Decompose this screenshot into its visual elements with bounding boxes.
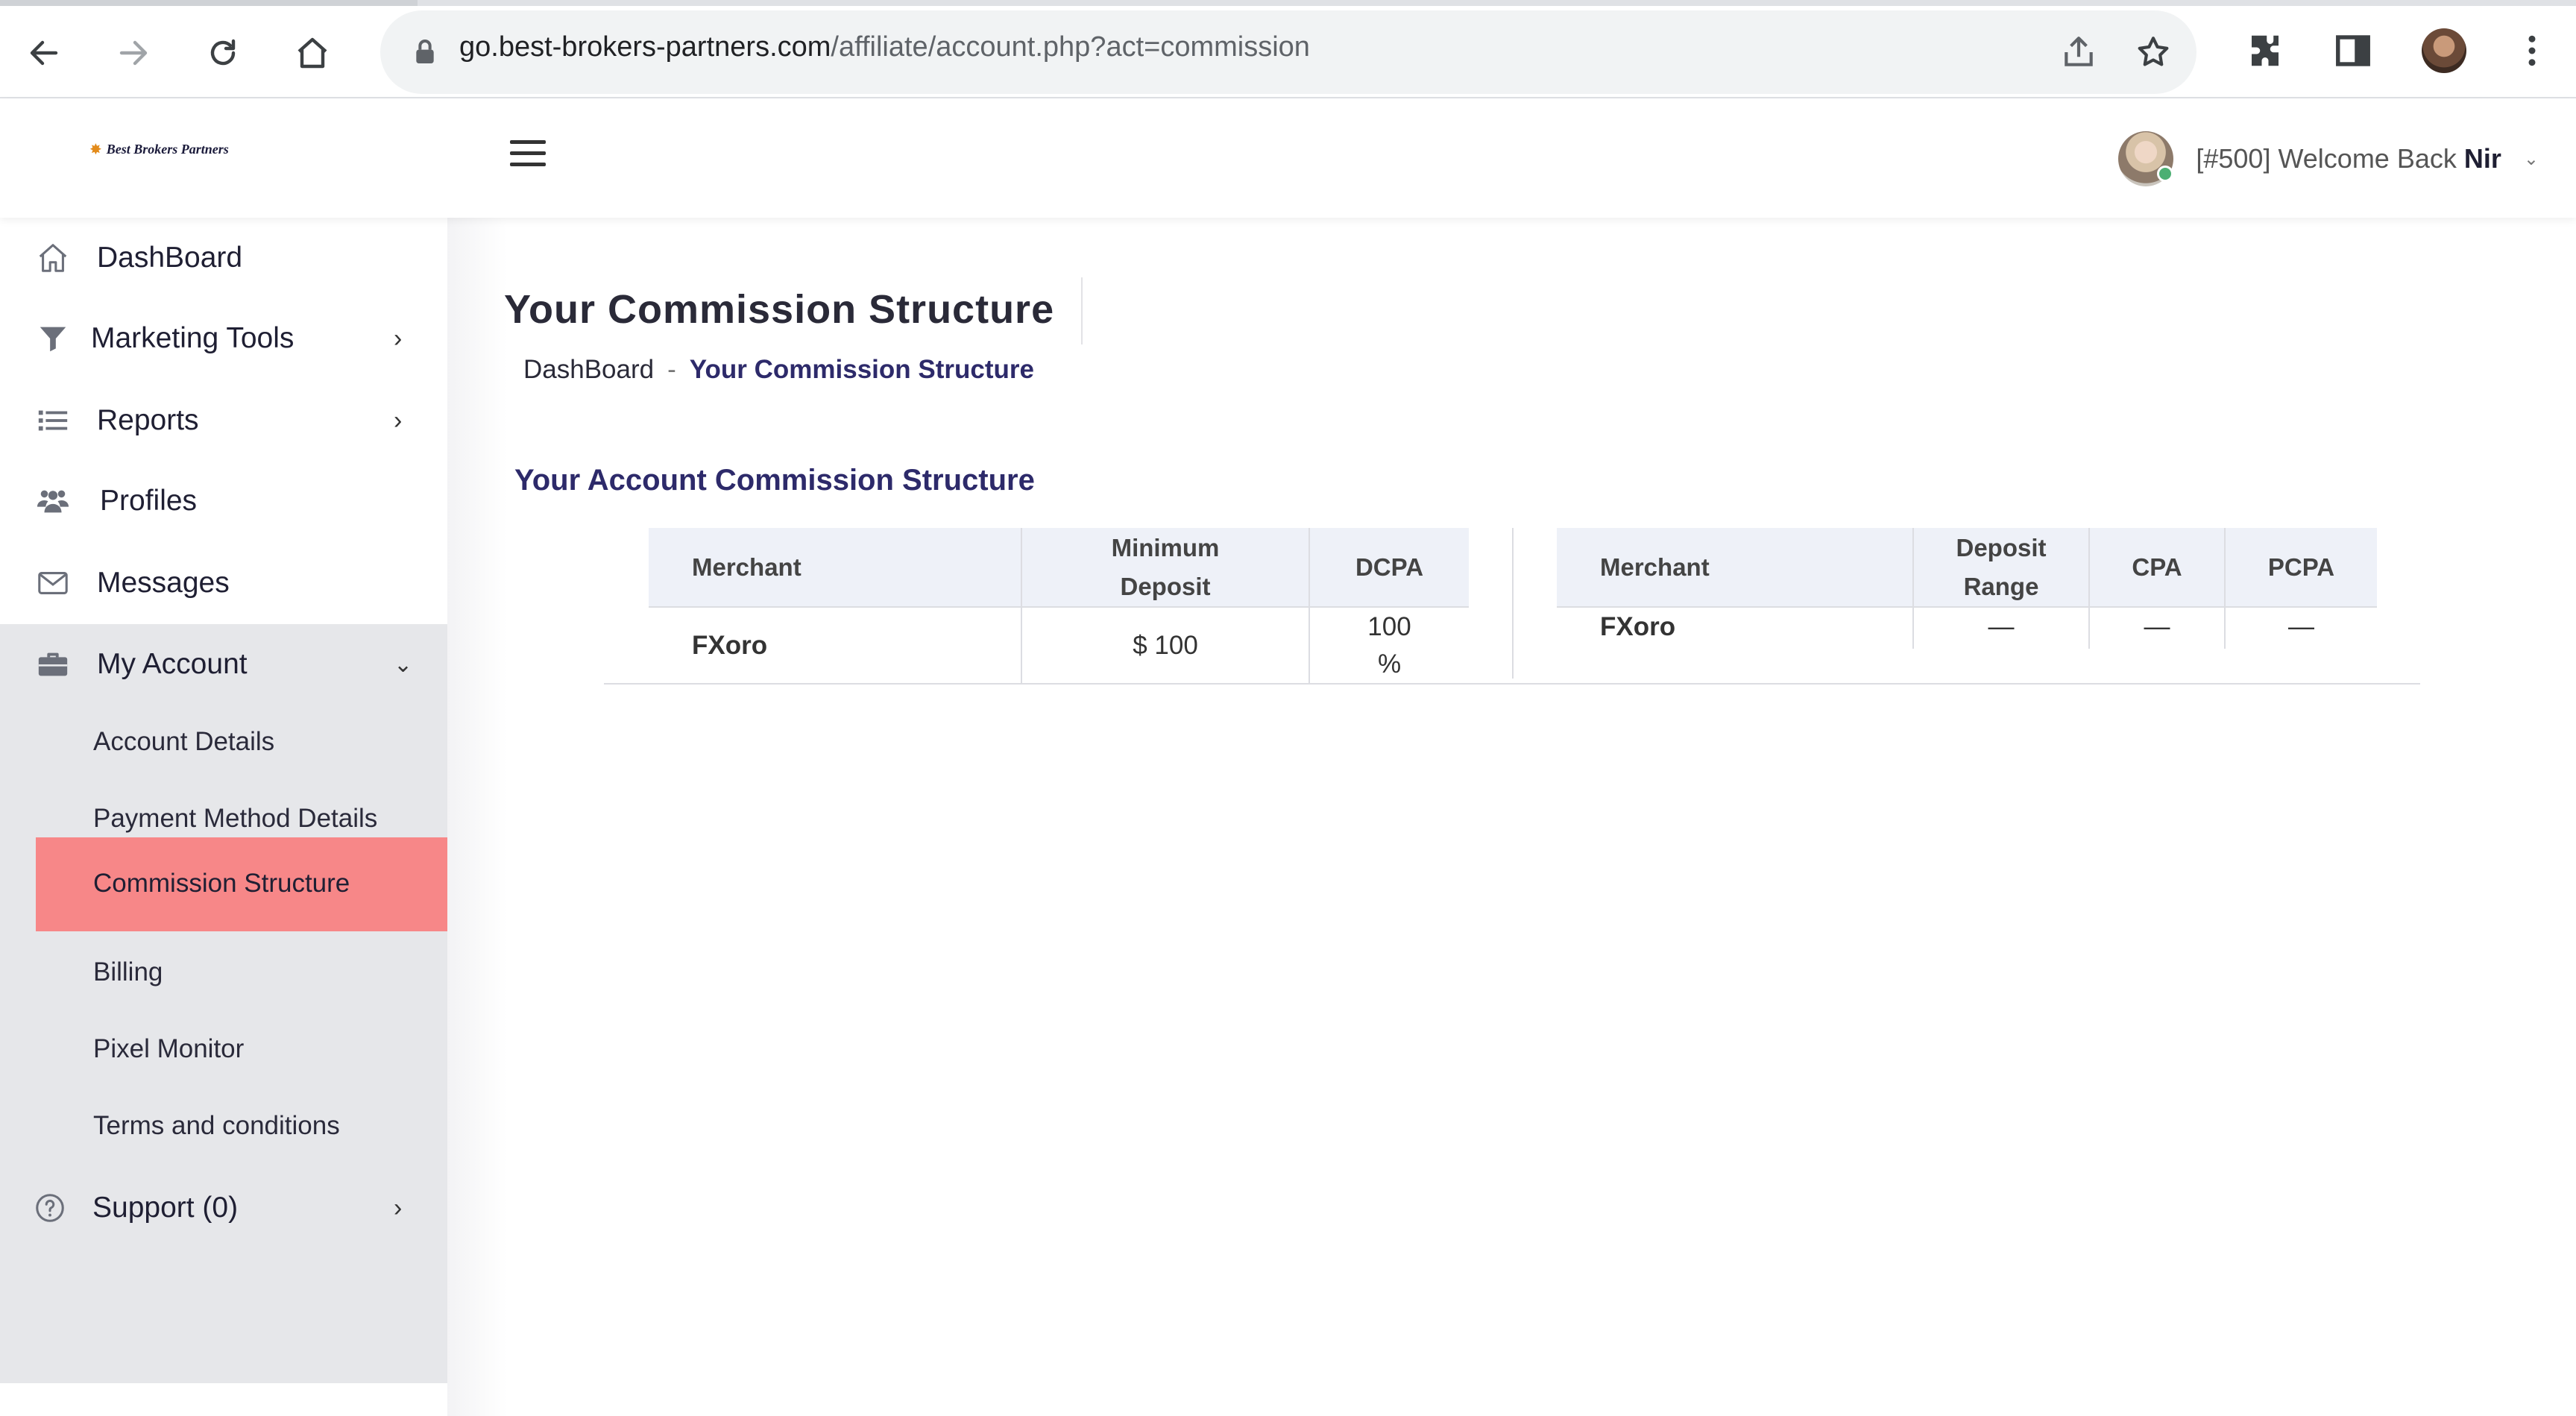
- breadcrumb-current: Your Commission Structure: [689, 355, 1034, 384]
- column-header-merchant: Merchant: [649, 528, 1021, 607]
- cell-dcpa: 100 %: [1309, 607, 1469, 683]
- column-header-cpa: CPA: [2088, 528, 2225, 607]
- submenu-item-pixel-monitor[interactable]: Pixel Monitor: [0, 1012, 447, 1089]
- hamburger-icon: [510, 140, 546, 144]
- sidebar: DashBoard Marketing Tools › Reports › Pr…: [0, 218, 529, 1416]
- star-icon: [2138, 37, 2169, 66]
- tab-strip: [0, 0, 2576, 6]
- address-bar[interactable]: go.best-brokers-partners.com/affiliate/a…: [380, 10, 2196, 94]
- table-divider: [1512, 528, 1514, 679]
- list-icon: [34, 402, 72, 439]
- logo-star-icon: ✸: [89, 142, 102, 158]
- sidebar-item-reports[interactable]: Reports ›: [0, 380, 447, 461]
- breadcrumb-dashboard-link[interactable]: DashBoard: [523, 355, 654, 384]
- cell-minimum-deposit: $ 100: [1021, 607, 1309, 683]
- column-header-merchant: Merchant: [1557, 528, 1913, 607]
- cell-cpa: —: [2088, 607, 2225, 649]
- chevron-down-icon: ⌄: [2523, 148, 2539, 169]
- logo[interactable]: ✸ Best Brokers Partners: [89, 140, 229, 159]
- title-divider: [1081, 277, 1083, 344]
- submenu-item-account-details[interactable]: Account Details: [0, 705, 447, 781]
- menu-toggle-button[interactable]: [510, 140, 546, 170]
- page-title: Your Commission Structure: [504, 287, 1055, 332]
- back-button[interactable]: [18, 27, 70, 79]
- url-text: go.best-brokers-partners.com/affiliate/a…: [459, 31, 1310, 63]
- question-circle-icon: [31, 1189, 69, 1227]
- lock-icon: [416, 40, 434, 63]
- home-button[interactable]: [286, 27, 338, 79]
- puzzle-icon: [2252, 35, 2279, 66]
- kebab-menu-icon: [2528, 35, 2536, 66]
- sidebar-item-my-account[interactable]: My Account ⌄: [0, 624, 447, 705]
- reload-button[interactable]: [197, 27, 249, 79]
- filter-icon: [34, 320, 72, 357]
- share-button[interactable]: [2058, 31, 2100, 73]
- chevron-right-icon: ›: [394, 324, 403, 353]
- cell-merchant: FXoro: [1600, 612, 1676, 641]
- arrow-left-icon: [30, 40, 58, 66]
- commission-table-dcpa: Merchant Minimum Deposit DCPA FXoro $ 10…: [649, 528, 1469, 683]
- bookmark-button[interactable]: [2132, 31, 2174, 73]
- sidebar-item-marketing-tools[interactable]: Marketing Tools ›: [0, 298, 447, 379]
- chevron-right-icon: ›: [394, 1193, 403, 1222]
- online-status-icon: [2157, 166, 2174, 182]
- column-header-dcpa: DCPA: [1309, 528, 1469, 607]
- users-icon: [34, 482, 72, 520]
- table-bottom-border: [604, 683, 2420, 685]
- breadcrumb: DashBoard - Your Commission Structure: [523, 355, 1034, 384]
- briefcase-icon: [34, 646, 72, 683]
- column-header-minimum-deposit: Minimum Deposit: [1021, 528, 1309, 607]
- envelope-icon: [34, 564, 72, 602]
- welcome-text: [#500] Welcome Back Nir: [2196, 143, 2501, 174]
- forward-button[interactable]: [107, 27, 160, 79]
- browser-menu-button[interactable]: [2508, 27, 2556, 75]
- side-panel-button[interactable]: [2329, 27, 2377, 75]
- share-icon: [2065, 37, 2093, 66]
- main-content: Your Commission Structure DashBoard - Your…: [447, 218, 2576, 1416]
- table-row: FXoro $ 100 100 %: [649, 607, 1469, 683]
- app-header: ✸ Best Brokers Partners [#500] Welcome B…: [0, 98, 2576, 218]
- browser-toolbar: go.best-brokers-partners.com/affiliate/a…: [0, 0, 2576, 98]
- section-title: Your Account Commission Structure: [514, 464, 1035, 497]
- column-header-pcpa: PCPA: [2224, 528, 2377, 607]
- avatar: [2118, 131, 2174, 186]
- side-panel-icon: [2336, 35, 2370, 66]
- column-header-deposit-range: Deposit Range: [1912, 528, 2089, 607]
- sidebar-item-dashboard[interactable]: DashBoard: [0, 218, 447, 298]
- my-account-submenu: Account Details Payment Method Details C…: [0, 705, 529, 1383]
- submenu-item-billing[interactable]: Billing: [0, 935, 447, 1012]
- table-row: FXoro — — —: [1557, 607, 2377, 649]
- table-header-row: Merchant Minimum Deposit DCPA: [649, 528, 1469, 607]
- extensions-button[interactable]: [2241, 27, 2289, 75]
- browser-profile-avatar[interactable]: [2422, 28, 2466, 73]
- submenu-item-terms-and-conditions[interactable]: Terms and conditions: [0, 1089, 447, 1165]
- commission-table-cpa: Merchant Deposit Range CPA PCPA FXoro — …: [1557, 528, 2377, 649]
- chevron-right-icon: ›: [394, 406, 403, 435]
- arrow-right-icon: [119, 40, 148, 66]
- chevron-down-icon: ⌄: [394, 652, 413, 677]
- home-icon: [34, 239, 72, 277]
- sidebar-item-support[interactable]: Support (0) ›: [0, 1168, 447, 1248]
- cell-deposit-range: —: [1912, 607, 2089, 649]
- reload-icon: [210, 39, 236, 66]
- home-icon: [297, 37, 327, 69]
- cell-pcpa: —: [2224, 607, 2377, 649]
- cell-merchant: FXoro: [692, 630, 768, 660]
- sidebar-item-profiles[interactable]: Profiles: [0, 461, 447, 541]
- user-menu[interactable]: [#500] Welcome Back Nir ⌄: [2118, 131, 2539, 186]
- sidebar-item-messages[interactable]: Messages: [0, 543, 447, 623]
- table-header-row: Merchant Deposit Range CPA PCPA: [1557, 528, 2377, 607]
